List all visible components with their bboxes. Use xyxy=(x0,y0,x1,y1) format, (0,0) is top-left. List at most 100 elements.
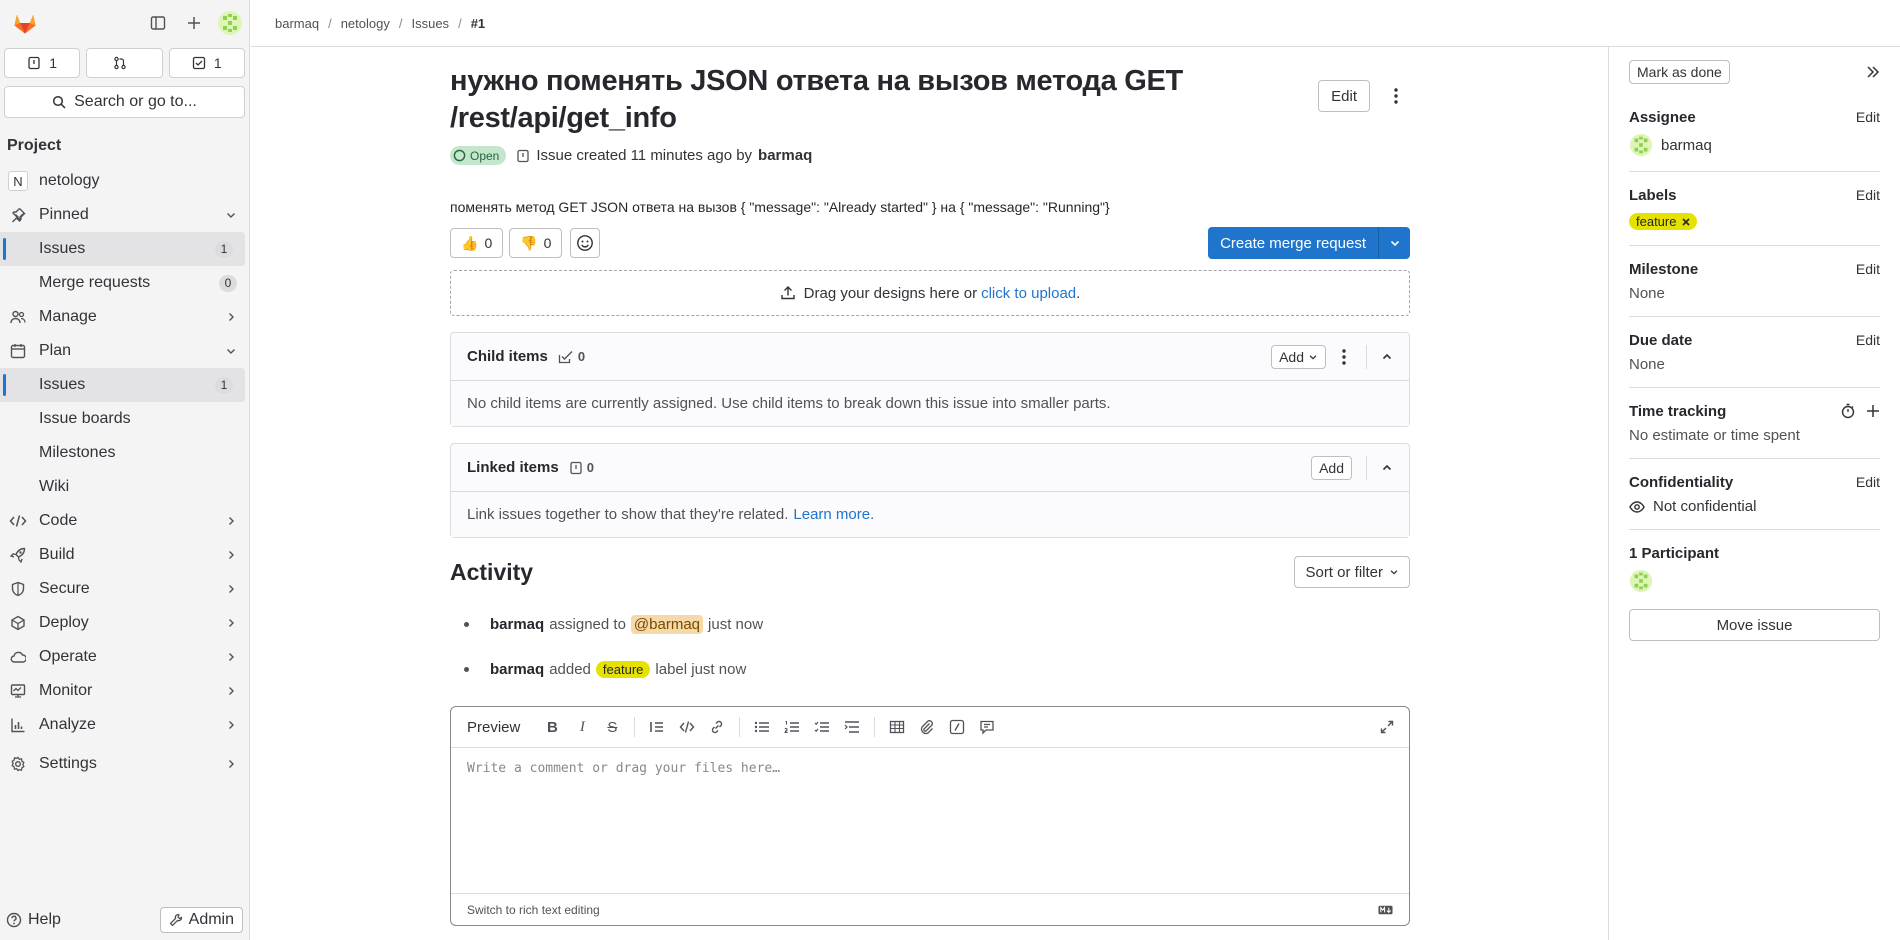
strikethrough-icon[interactable]: S xyxy=(598,713,626,741)
sidebar-item-plan[interactable]: Plan xyxy=(0,334,249,368)
add-reaction-button[interactable] xyxy=(570,228,601,258)
edit-due-date-button[interactable]: Edit xyxy=(1856,332,1880,348)
slash-command-icon[interactable] xyxy=(943,713,971,741)
user-mention[interactable]: @barmaq xyxy=(630,615,704,634)
time-tracking-actions xyxy=(1840,403,1880,419)
create-merge-request-button[interactable]: Create merge request xyxy=(1208,227,1378,259)
design-upload-dropzone[interactable]: Drag your designs here or click to uploa… xyxy=(450,270,1410,316)
quote-icon[interactable] xyxy=(643,713,671,741)
help-button[interactable]: Help xyxy=(6,911,61,929)
search-button[interactable]: Search or go to... xyxy=(4,86,245,118)
move-issue-button[interactable]: Move issue xyxy=(1629,609,1880,641)
sidebar-item-analyze[interactable]: Analyze xyxy=(0,708,249,742)
stopwatch-icon[interactable] xyxy=(1840,403,1856,419)
plus-icon[interactable] xyxy=(1866,404,1880,418)
label-badge[interactable]: feature xyxy=(595,661,651,678)
sidebar-item-code[interactable]: Code xyxy=(0,504,249,538)
preview-button[interactable]: Preview xyxy=(467,719,520,736)
sidebar-item-operate[interactable]: Operate xyxy=(0,640,249,674)
bold-icon[interactable]: B xyxy=(538,713,566,741)
attachment-icon[interactable] xyxy=(913,713,941,741)
chevron-right-icon xyxy=(225,515,237,527)
edit-button[interactable]: Edit xyxy=(1318,80,1370,112)
sidebar-item-secure[interactable]: Secure xyxy=(0,572,249,606)
fullscreen-icon[interactable] xyxy=(1373,713,1401,741)
breadcrumb-item[interactable]: barmaq xyxy=(275,16,319,31)
comment-editor: Preview B I S Write a comment or drag yo… xyxy=(450,706,1410,926)
search-label: Search or go to... xyxy=(74,93,197,110)
mark-as-done-button[interactable]: Mark as done xyxy=(1629,60,1730,84)
user-avatar[interactable] xyxy=(217,10,243,36)
add-linked-item-button[interactable]: Add xyxy=(1311,455,1352,480)
sidebar-item-manage[interactable]: Manage xyxy=(0,300,249,334)
event-user-link[interactable]: barmaq xyxy=(490,616,544,633)
child-items-empty-text: No child items are currently assigned. U… xyxy=(451,381,1409,426)
collapse-sidebar-icon[interactable] xyxy=(1866,65,1880,79)
edit-labels-button[interactable]: Edit xyxy=(1856,187,1880,203)
sidebar-item-build[interactable]: Build xyxy=(0,538,249,572)
event-text: assigned to xyxy=(549,616,626,633)
breadcrumb-item[interactable]: Issues xyxy=(411,16,449,31)
chevron-up-icon[interactable] xyxy=(1381,351,1393,363)
thumbs-down-button[interactable]: 👎 0 xyxy=(509,228,563,258)
sidebar-item-label: Pinned xyxy=(39,206,89,223)
collapsible-icon[interactable] xyxy=(838,713,866,741)
italic-icon[interactable]: I xyxy=(568,713,596,741)
edit-milestone-button[interactable]: Edit xyxy=(1856,261,1880,277)
thumbs-up-button[interactable]: 👍 0 xyxy=(450,228,504,258)
more-actions-icon[interactable] xyxy=(1382,80,1410,112)
sort-filter-dropdown[interactable]: Sort or filter xyxy=(1294,556,1410,588)
sidebar-item-monitor[interactable]: Monitor xyxy=(0,674,249,708)
switch-rich-text-button[interactable]: Switch to rich text editing xyxy=(467,903,600,917)
toggle-sidebar-icon[interactable] xyxy=(145,10,171,36)
sidebar-item-settings[interactable]: Settings xyxy=(0,747,249,781)
comment-input[interactable]: Write a comment or drag your files here… xyxy=(467,761,780,776)
settings-icon xyxy=(8,754,28,774)
event-user-link[interactable]: barmaq xyxy=(490,661,544,678)
chevron-up-icon[interactable] xyxy=(1381,462,1393,474)
time-tracking-block: Time tracking No estimate or time spent xyxy=(1629,388,1880,459)
sidebar-item-issue-boards[interactable]: Issue boards xyxy=(0,402,249,436)
plus-icon[interactable] xyxy=(181,10,207,36)
assignee-value[interactable]: barmaq xyxy=(1629,133,1880,157)
label-badge[interactable]: feature xyxy=(1629,213,1698,230)
child-items-card: Child items 0 Add No child items are cur… xyxy=(450,332,1410,427)
author-link[interactable]: barmaq xyxy=(758,147,812,164)
upload-link[interactable]: click to upload xyxy=(981,285,1076,302)
sidebar-item-pinned-merge-requests[interactable]: Merge requests 0 xyxy=(0,266,249,300)
upload-text: Drag your designs here or xyxy=(803,284,978,302)
sidebar-item-wiki[interactable]: Wiki xyxy=(0,470,249,504)
add-child-item-button[interactable]: Add xyxy=(1271,344,1326,369)
sidebar-item-project[interactable]: N netology xyxy=(0,164,249,198)
markdown-icon xyxy=(1378,905,1393,915)
sidebar-item-issues[interactable]: Issues 1 xyxy=(0,368,245,402)
link-icon[interactable] xyxy=(703,713,731,741)
comment-template-icon[interactable] xyxy=(973,713,1001,741)
chevron-down-icon[interactable] xyxy=(1378,227,1410,259)
admin-button[interactable]: Admin xyxy=(159,907,243,933)
code-icon[interactable] xyxy=(673,713,701,741)
merge-requests-counter[interactable] xyxy=(86,48,163,78)
sidebar-item-pinned-issues[interactable]: Issues 1 xyxy=(0,232,245,266)
more-actions-icon[interactable] xyxy=(1336,341,1352,373)
activity-list: barmaq assigned to @barmaq just now barm… xyxy=(450,602,1410,692)
sidebar-item-pinned[interactable]: Pinned xyxy=(0,198,249,232)
breadcrumb-item[interactable]: netology xyxy=(341,16,390,31)
numbered-list-icon[interactable] xyxy=(778,713,806,741)
edit-assignee-button[interactable]: Edit xyxy=(1856,109,1880,125)
issues-counter[interactable]: 1 xyxy=(4,48,81,78)
close-icon[interactable] xyxy=(1682,217,1691,226)
participant-avatar[interactable] xyxy=(1629,569,1880,593)
task-list-icon[interactable] xyxy=(808,713,836,741)
gitlab-logo-icon[interactable] xyxy=(12,10,38,36)
learn-more-link[interactable]: Learn more. xyxy=(793,506,874,523)
edit-confidentiality-button[interactable]: Edit xyxy=(1856,474,1880,490)
linked-items-count-value: 0 xyxy=(586,460,594,475)
breadcrumb-current[interactable]: #1 xyxy=(471,16,485,31)
confidentiality-value: Not confidential xyxy=(1629,498,1880,515)
todos-counter[interactable]: 1 xyxy=(168,48,245,78)
bullet-list-icon[interactable] xyxy=(748,713,776,741)
sidebar-item-milestones[interactable]: Milestones xyxy=(0,436,249,470)
table-icon[interactable] xyxy=(883,713,911,741)
sidebar-item-deploy[interactable]: Deploy xyxy=(0,606,249,640)
